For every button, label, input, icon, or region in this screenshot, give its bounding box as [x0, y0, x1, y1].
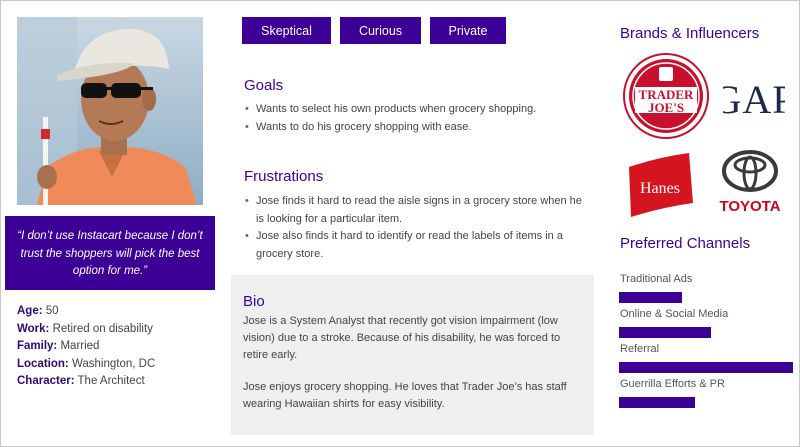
goals-list: Wants to select his own products when gr… — [244, 101, 584, 136]
channels-heading: Preferred Channels — [620, 235, 751, 252]
persona-quote: “I don’t use Instacart because I don’t t… — [5, 216, 215, 290]
list-item: Wants to do his grocery shopping with ea… — [244, 119, 584, 137]
bio-paragraph: Jose enjoys grocery shopping. He loves t… — [243, 381, 567, 411]
brands-heading: Brands & Influencers — [620, 25, 760, 42]
frustrations-list: Jose finds it hard to read the aisle sig… — [244, 193, 584, 263]
channel-bar-fill — [619, 362, 794, 373]
profile-key: Family: — [17, 340, 58, 353]
bio-panel: Bio Jose is a System Analyst that recent… — [231, 275, 594, 435]
profile-value: 50 — [45, 305, 59, 317]
channel-bar-track — [619, 397, 795, 408]
trait-tag-skeptical: Skeptical — [242, 17, 331, 44]
channel-bar-track — [619, 327, 795, 338]
channel-bar-fill — [619, 397, 695, 408]
list-item: Jose finds it hard to read the aisle sig… — [244, 193, 584, 228]
bio-paragraph: Jose is a System Analyst that recently g… — [243, 315, 561, 361]
profile-value: Married — [60, 340, 100, 353]
profile-row-work: Work: Retired on disability — [17, 321, 155, 339]
hanes-logo: Hanes — [623, 153, 697, 217]
profile-details: Age: 50 Work: Retired on disability Fami… — [17, 303, 155, 391]
profile-value: Washington, DC — [71, 357, 156, 370]
trader-joes-logo: TRADER JOE'S — [623, 53, 709, 139]
gap-wordmark: GAP — [723, 77, 785, 122]
goals-heading: Goals — [244, 77, 284, 94]
toyota-logo: TOYOTA — [709, 149, 791, 215]
persona-card: “I don’t use Instacart because I don’t t… — [0, 0, 800, 447]
channel-label: Online & Social Media — [620, 308, 729, 320]
profile-row-family: Family: Married — [17, 338, 155, 356]
list-item: Wants to select his own products when gr… — [244, 101, 584, 119]
profile-row-age: Age: 50 — [17, 303, 155, 321]
trait-tag-private: Private — [430, 17, 506, 44]
profile-key: Age: — [17, 305, 43, 317]
profile-value: Retired on disability — [52, 322, 153, 335]
gap-logo: GAP — [712, 73, 794, 123]
hanes-wordmark: Hanes — [640, 180, 680, 197]
channel-bar-track — [619, 362, 795, 373]
profile-value: The Architect — [77, 375, 145, 388]
bio-heading: Bio — [243, 293, 265, 310]
channel-bar-fill — [619, 292, 683, 303]
channel-label: Traditional Ads — [620, 273, 693, 285]
profile-key: Work: — [17, 322, 50, 335]
trader-joes-line2: JOE'S — [648, 100, 684, 115]
channel-label: Guerrilla Efforts & PR — [620, 378, 725, 390]
trait-tag-curious: Curious — [340, 17, 421, 44]
profile-key: Character: — [17, 375, 75, 388]
profile-key: Location: — [17, 357, 69, 370]
frustrations-heading: Frustrations — [244, 168, 324, 185]
channel-bar-track — [619, 292, 795, 303]
list-item: Jose also finds it hard to identify or r… — [244, 228, 584, 263]
profile-row-character: Character: The Architect — [17, 373, 155, 391]
channel-label: Referral — [620, 343, 660, 355]
persona-quote-text: “I don’t use Instacart because I don’t t… — [17, 230, 203, 277]
persona-photo — [17, 17, 203, 205]
profile-row-location: Location: Washington, DC — [17, 356, 155, 374]
toyota-wordmark: TOYOTA — [719, 198, 780, 215]
channel-bar-fill — [619, 327, 711, 338]
